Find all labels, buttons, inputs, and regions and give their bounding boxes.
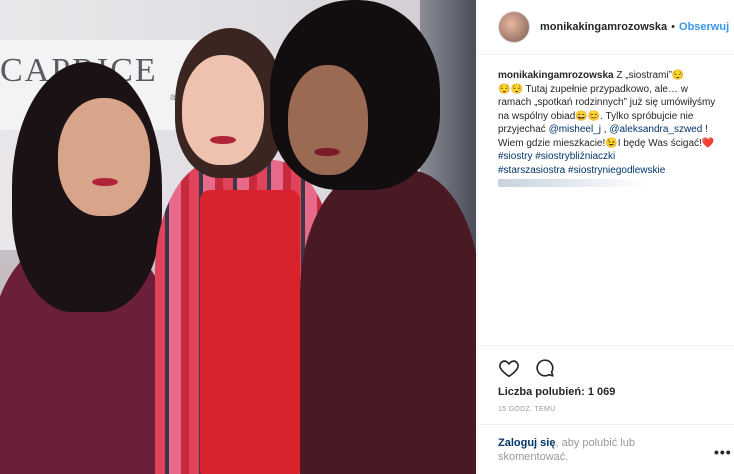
post-caption: monikakingamrozowska Z „siostrami”😌 😌😌 T… [478,55,734,209]
lips [210,136,236,144]
person-right-face [288,65,368,175]
divider [478,345,734,346]
person-left-face [58,98,150,216]
hashtag-link[interactable]: #siostrybliźniaczki [535,151,615,162]
caption-author[interactable]: monikakingamrozowska [498,70,614,81]
separator-dot: • [671,21,676,33]
lips [314,148,340,156]
login-prompt: Zaloguj się, aby polubić lub skomentować… [498,436,688,464]
person-middle-face [182,55,264,165]
hashtag-link[interactable]: #siostry [498,151,532,162]
more-options-icon[interactable]: ••• [714,444,732,460]
username-link[interactable]: monikakingamrozowska [540,21,667,33]
mention-link[interactable]: @aleksandra_szwed [609,124,702,135]
follow-button[interactable]: Obserwuj [679,21,729,33]
person-middle-dress [200,190,300,474]
instagram-post: CAPRICE air monikakingamrozowska • Obser… [0,0,734,474]
hashtag-link[interactable]: #siostryniegodlewskie [568,165,665,176]
caption-text: Z „siostrami”😌 [613,70,685,81]
comment-icon[interactable] [534,357,556,379]
post-header: monikakingamrozowska • Obserwuj [478,0,734,55]
hashtag-link[interactable]: #starszasiostra [498,165,565,176]
login-link[interactable]: Zaloguj się [498,437,555,449]
post-sidebar: monikakingamrozowska • Obserwuj monikaki… [477,0,734,474]
post-photo[interactable]: CAPRICE air [0,0,476,474]
action-bar [498,357,556,379]
person-right-body [300,170,476,474]
lips [92,178,118,186]
profile-avatar[interactable] [498,11,530,43]
post-timestamp[interactable]: 15 GODZ. TEMU [498,406,555,413]
likes-count[interactable]: Liczba polubień: 1 069 [498,386,615,398]
mention-link[interactable]: @misheel_j [549,124,601,135]
divider [478,424,734,425]
heart-icon[interactable] [498,357,520,379]
faded-comment [498,179,648,187]
